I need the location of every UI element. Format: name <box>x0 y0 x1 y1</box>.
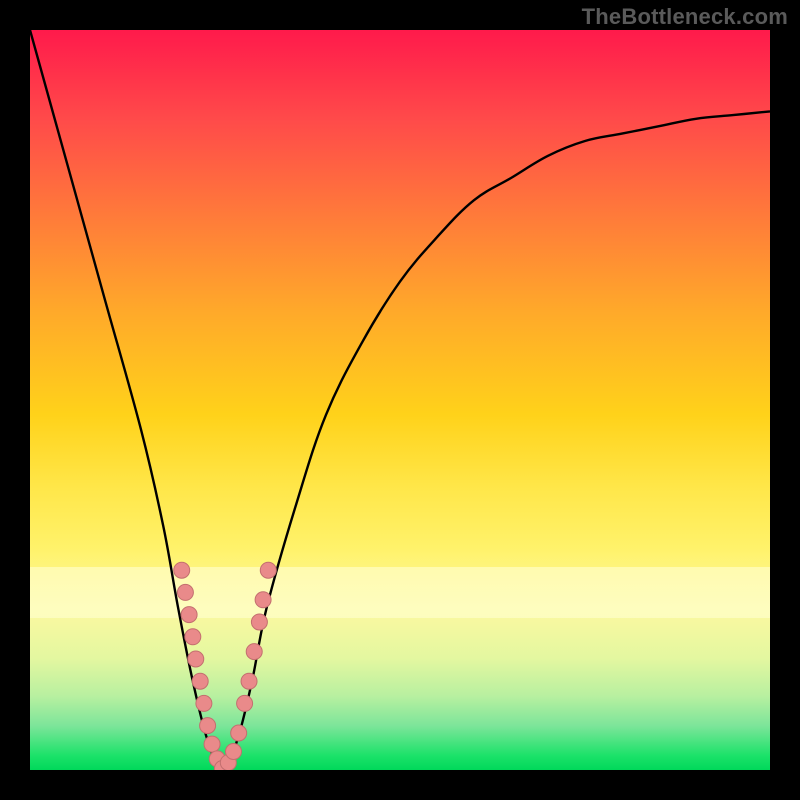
data-marker <box>177 584 193 600</box>
data-marker <box>237 695 253 711</box>
data-marker <box>200 718 216 734</box>
data-marker <box>251 614 267 630</box>
curve-layer <box>30 30 770 770</box>
data-marker <box>181 607 197 623</box>
watermark-text: TheBottleneck.com <box>582 4 788 30</box>
data-marker <box>192 673 208 689</box>
data-marker <box>246 644 262 660</box>
data-marker <box>188 651 204 667</box>
data-marker <box>185 629 201 645</box>
data-marker <box>231 725 247 741</box>
data-marker <box>196 695 212 711</box>
bottleneck-curve <box>30 30 770 770</box>
data-marker <box>204 736 220 752</box>
data-marker <box>241 673 257 689</box>
plot-area <box>30 30 770 770</box>
data-marker <box>260 562 276 578</box>
data-marker <box>226 744 242 760</box>
data-marker <box>255 592 271 608</box>
chart-stage: TheBottleneck.com <box>0 0 800 800</box>
data-marker <box>174 562 190 578</box>
